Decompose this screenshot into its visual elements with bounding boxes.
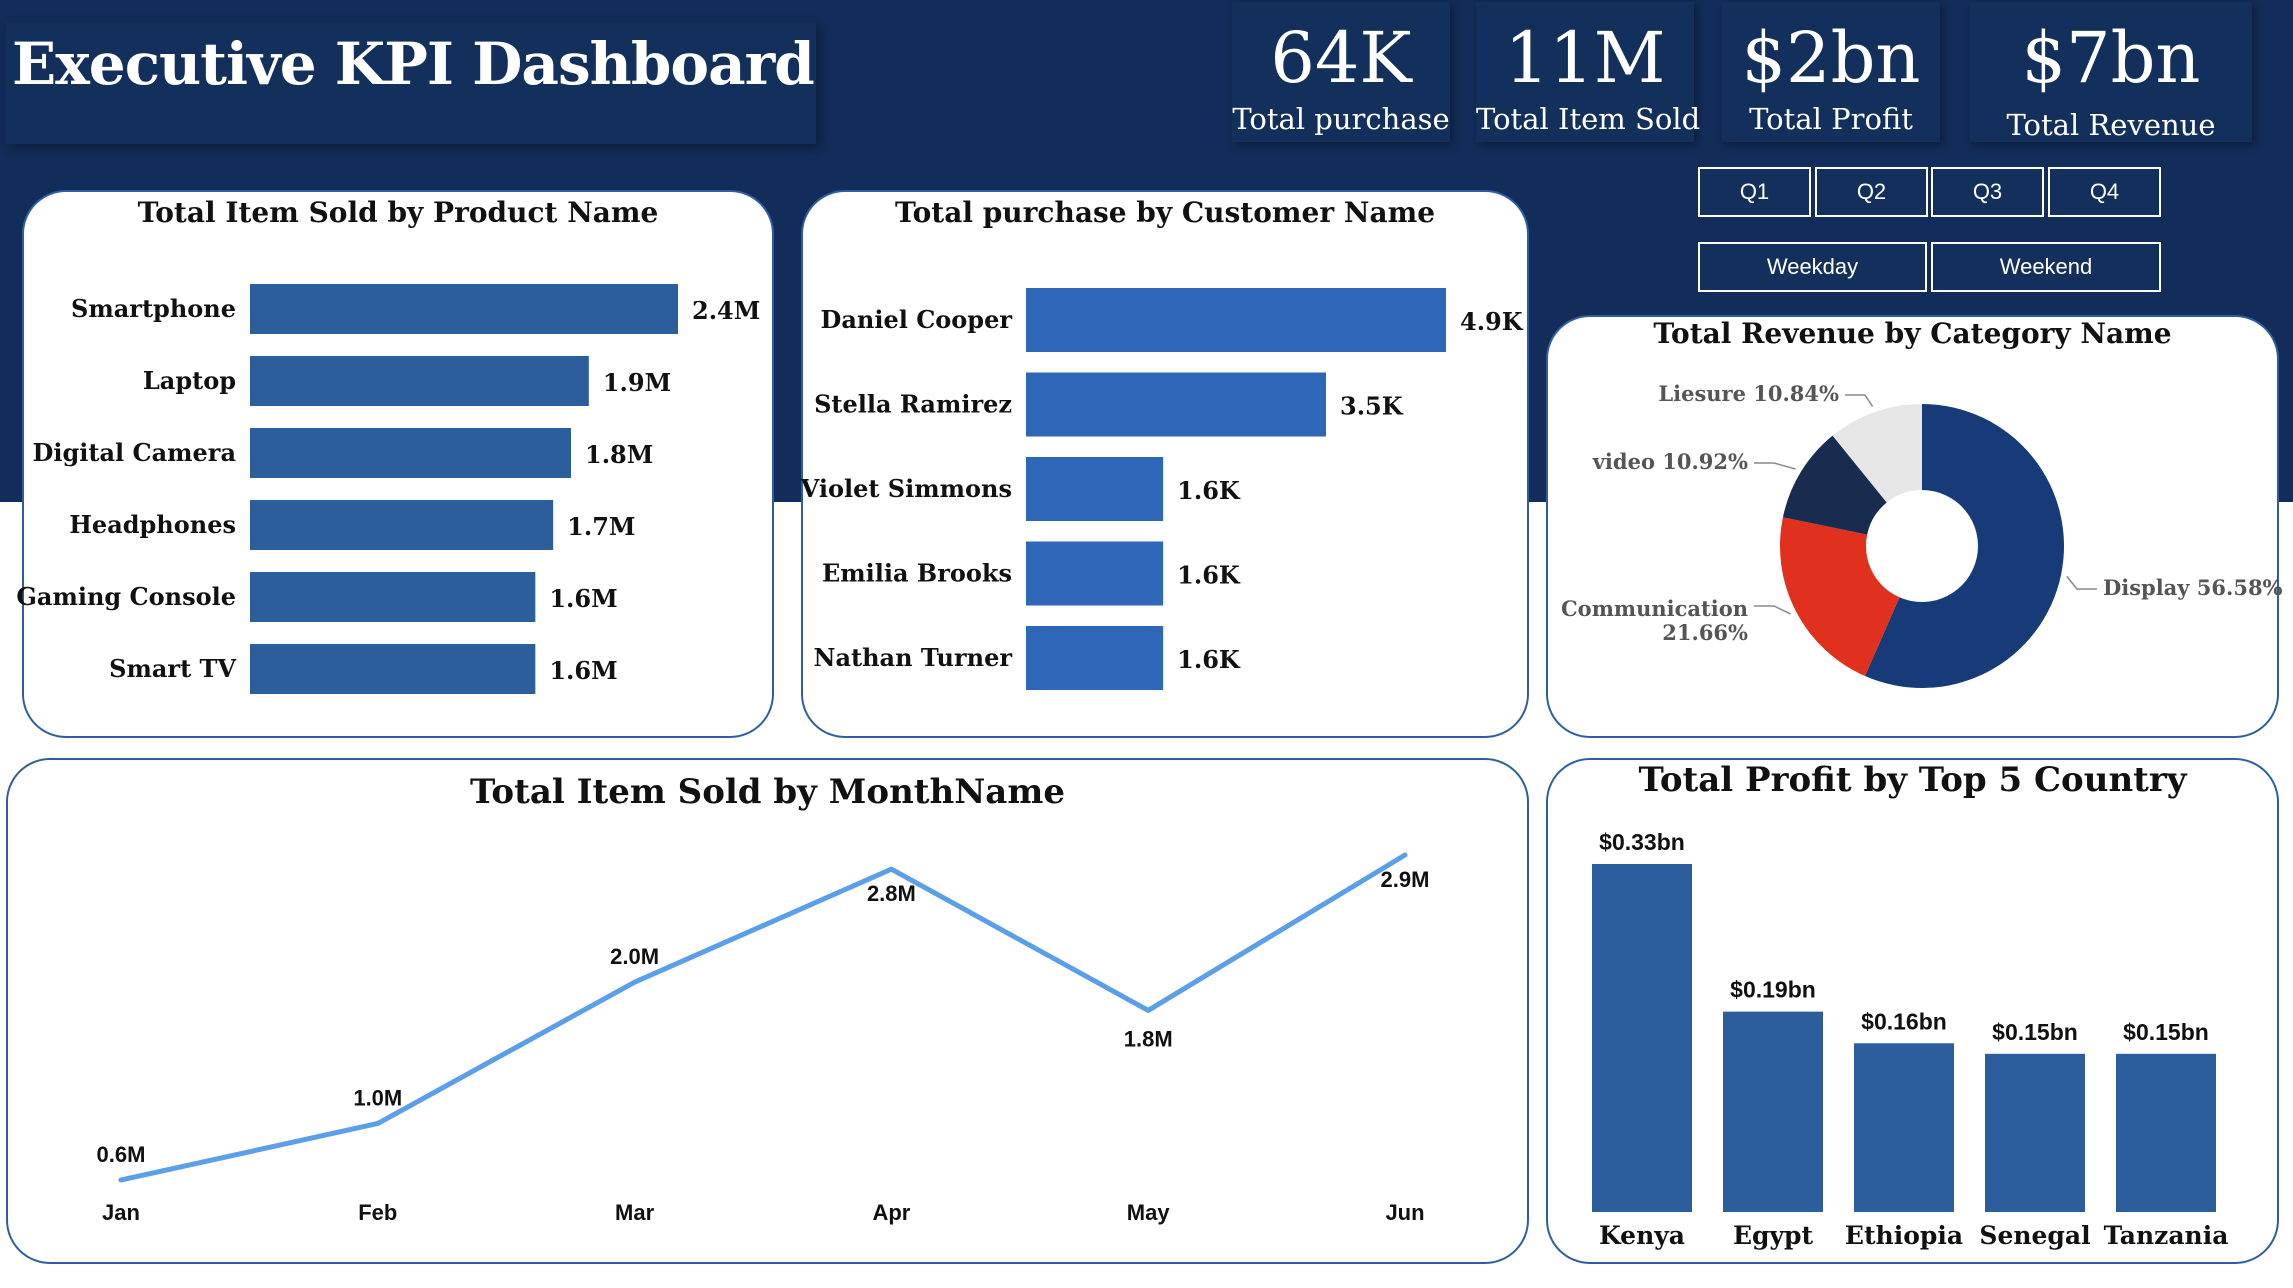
bar xyxy=(1026,372,1326,437)
data-label: $0.15bn xyxy=(2123,1019,2209,1045)
data-label: 1.0M xyxy=(353,1085,402,1110)
kpi-label: Total Profit xyxy=(1749,102,1913,136)
category-label: Daniel Cooper xyxy=(821,305,1013,334)
bar xyxy=(1026,288,1446,352)
slicer-q1[interactable]: Q1 xyxy=(1698,167,1811,217)
data-label: 21.66% xyxy=(1662,620,1748,645)
data-label: $0.33bn xyxy=(1599,829,1685,855)
category-label: Stella Ramirez xyxy=(814,390,1012,419)
panel-items-by-month: Total Item Sold by MonthName 0.6M Jan 1.0M… xyxy=(6,758,1529,1264)
leader-line xyxy=(1845,394,1874,407)
x-tick-label: Feb xyxy=(358,1200,397,1225)
kpi-card-total-purchase: 64K Total purchase xyxy=(1232,2,1450,142)
data-label: 1.6M xyxy=(549,656,617,685)
data-label: 4.9K xyxy=(1460,307,1524,336)
category-label: Smart TV xyxy=(109,654,236,683)
x-tick-label: Apr xyxy=(872,1200,910,1225)
kpi-label: Total Item Sold xyxy=(1476,102,1701,136)
category-label: Digital Camera xyxy=(33,438,236,467)
leader-line xyxy=(2066,575,2097,590)
data-label: 1.8M xyxy=(585,440,653,469)
data-label: $0.15bn xyxy=(1992,1019,2078,1045)
category-label: Laptop xyxy=(143,366,236,395)
bar xyxy=(1854,1043,1954,1212)
x-tick-label: Jan xyxy=(102,1200,140,1225)
data-label: $0.16bn xyxy=(1861,1008,1947,1034)
slicer-q4[interactable]: Q4 xyxy=(2048,167,2161,217)
bar xyxy=(250,572,536,622)
data-label: 1.8M xyxy=(1124,1026,1173,1051)
x-tick-label: Tanzania xyxy=(2104,1221,2229,1250)
data-label: 0.6M xyxy=(97,1142,146,1167)
x-tick-label: May xyxy=(1127,1200,1171,1225)
bar xyxy=(1026,541,1164,606)
panel-profit-by-country: Total Profit by Top 5 Country $0.33bn Ken… xyxy=(1546,758,2279,1264)
bar xyxy=(1985,1053,2085,1212)
chart-purchase-by-customer: Daniel Cooper 4.9K Stella Ramirez 3.5K Viole… xyxy=(800,288,1524,690)
x-tick-label: Mar xyxy=(615,1200,655,1225)
x-tick-label: Kenya xyxy=(1599,1221,1685,1250)
kpi-value: 11M xyxy=(1504,17,1666,99)
data-label: 2.4M xyxy=(692,296,760,325)
panel-revenue-by-category: Total Revenue by Category Name Display 5… xyxy=(1546,315,2283,738)
chart-profit-by-country: $0.33bn Kenya $0.19bn Egypt $0.16bn Ethiopia $… xyxy=(1592,829,2229,1250)
bar xyxy=(1026,457,1164,521)
series-line xyxy=(118,852,1408,1183)
data-label: 1.6K xyxy=(1177,561,1241,590)
kpi-card-total-profit: $2bn Total Profit xyxy=(1722,2,1940,142)
category-label: Nathan Turner xyxy=(814,643,1013,672)
bar xyxy=(250,500,554,550)
data-label: Display 56.58% xyxy=(2103,575,2283,600)
bar xyxy=(250,284,678,334)
bar xyxy=(1592,864,1692,1212)
chart-items-by-month: 0.6M Jan 1.0M Feb 2.0M Mar 2.8M Apr 1.8M May 2.9M J… xyxy=(97,852,1430,1225)
chart-revenue-by-category: Display 56.58% Communication21.66% video 1… xyxy=(1561,381,2283,688)
data-label: 1.6K xyxy=(1177,645,1241,674)
data-label: 1.6M xyxy=(549,584,617,613)
kpi-label: Total purchase xyxy=(1232,102,1450,136)
data-label: 2.0M xyxy=(610,944,659,969)
kpi-value: $7bn xyxy=(2021,17,2201,99)
panel-purchase-by-customer: Total purchase by Customer Name Daniel C… xyxy=(800,190,1529,738)
x-tick-label: Jun xyxy=(1385,1200,1424,1225)
category-label: Headphones xyxy=(69,510,236,539)
kpi-label: Total Revenue xyxy=(2006,108,2216,142)
category-label: Gaming Console xyxy=(16,582,236,611)
data-label: 3.5K xyxy=(1340,392,1404,421)
kpi-value: $2bn xyxy=(1741,17,1921,99)
slicer-q2[interactable]: Q2 xyxy=(1815,167,1928,217)
data-label: 2.8M xyxy=(867,881,916,906)
data-label: 1.9M xyxy=(603,368,671,397)
kpi-card-total-item-sold: 11M Total Item Sold xyxy=(1476,2,1701,142)
slicer-weekend[interactable]: Weekend xyxy=(1931,242,2161,292)
kpi-card-total-revenue: $7bn Total Revenue xyxy=(1970,2,2252,142)
data-label: $0.19bn xyxy=(1730,977,1816,1003)
bar xyxy=(1723,1011,1823,1212)
data-label: 1.6K xyxy=(1177,476,1241,505)
category-label: Smartphone xyxy=(71,294,236,323)
bar xyxy=(250,356,589,406)
chart-items-by-product: Smartphone 2.4M Laptop 1.9M Digital Camera 1.… xyxy=(16,284,760,694)
leader-line xyxy=(1754,462,1796,470)
x-tick-label: Senegal xyxy=(1979,1221,2090,1250)
bar xyxy=(2116,1053,2216,1212)
x-tick-label: Ethiopia xyxy=(1845,1221,1963,1250)
data-label: 1.7M xyxy=(567,512,635,541)
slicer-q3[interactable]: Q3 xyxy=(1931,167,2044,217)
bar xyxy=(250,428,571,478)
bar xyxy=(250,644,536,694)
data-label: 2.9M xyxy=(1381,867,1430,892)
bar xyxy=(1026,626,1164,690)
data-label: video 10.92% xyxy=(1592,449,1748,474)
category-label: Emilia Brooks xyxy=(822,559,1012,588)
slicer-weekday[interactable]: Weekday xyxy=(1698,242,1927,292)
dashboard-title: Executive KPI Dashboard xyxy=(12,30,815,98)
leader-line xyxy=(1754,605,1791,615)
panel-items-by-product: Total Item Sold by Product Name Smartpho… xyxy=(16,190,774,738)
x-tick-label: Egypt xyxy=(1733,1221,1814,1250)
data-label: Liesure 10.84% xyxy=(1658,381,1839,406)
category-label: Violet Simmons xyxy=(800,474,1012,503)
data-label: Communication xyxy=(1561,596,1748,621)
kpi-value: 64K xyxy=(1270,17,1412,99)
